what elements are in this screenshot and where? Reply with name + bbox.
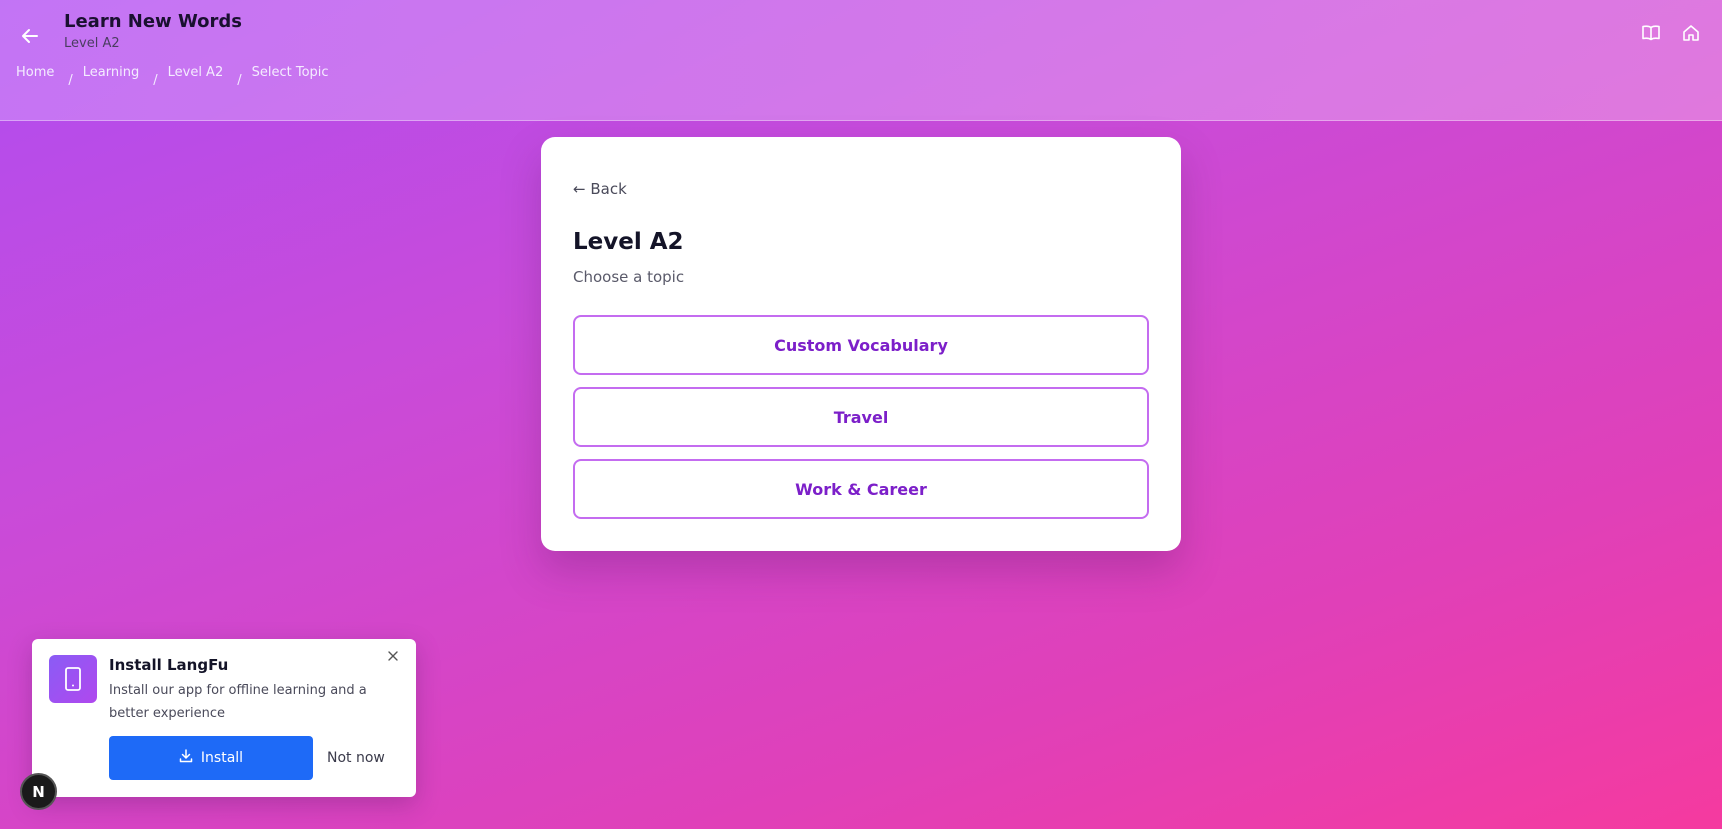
breadcrumb-learning[interactable]: Learning [83, 65, 153, 80]
breadcrumb-separator: / [68, 73, 73, 88]
card-back-link[interactable]: ← Back [573, 180, 627, 198]
install-button[interactable]: Install [109, 736, 313, 780]
book-icon[interactable] [1640, 22, 1662, 44]
phone-icon [49, 655, 97, 703]
topic-button-work-career[interactable]: Work & Career [573, 459, 1149, 519]
back-arrow-icon[interactable] [18, 24, 42, 48]
download-icon [179, 749, 193, 767]
topic-button-travel[interactable]: Travel [573, 387, 1149, 447]
breadcrumb-separator: / [237, 73, 242, 88]
install-title: Install LangFu [109, 656, 229, 674]
card-title: Level A2 [573, 229, 684, 255]
home-icon[interactable] [1680, 22, 1702, 44]
topic-button-custom-vocabulary[interactable]: Custom Vocabulary [573, 315, 1149, 375]
topic-card: ← Back Level A2 Choose a topic Custom Vo… [541, 137, 1181, 551]
page-title: Learn New Words [64, 11, 243, 32]
breadcrumb-separator: / [153, 73, 158, 88]
install-description: Install our app for offline learning and… [109, 683, 367, 721]
install-prompt: Install LangFu Install our app for offli… [32, 639, 416, 797]
breadcrumb-level[interactable]: Level A2 [168, 65, 238, 80]
breadcrumb-current: Select Topic [251, 65, 329, 80]
page-subtitle: Level A2 [64, 36, 120, 51]
dev-badge-icon[interactable]: N [20, 773, 57, 810]
close-icon[interactable] [384, 647, 402, 665]
install-button-label: Install [200, 750, 244, 766]
header-actions [1640, 22, 1702, 44]
breadcrumb: Home / Learning / Level A2 / Select Topi… [16, 65, 343, 88]
card-subtitle: Choose a topic [573, 268, 685, 286]
not-now-button[interactable]: Not now [327, 736, 385, 780]
breadcrumb-home[interactable]: Home [16, 65, 68, 80]
app-header: Learn New Words Level A2 Home / Learning… [0, 0, 1722, 121]
